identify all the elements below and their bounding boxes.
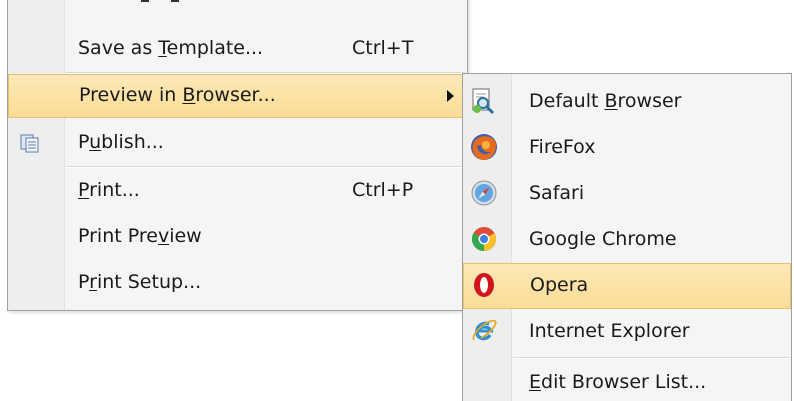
label-accelerator: r xyxy=(89,271,97,293)
label-part: iew xyxy=(169,225,202,247)
file-menu: … Save as Template... Ctrl+T Preview in … xyxy=(7,0,468,311)
label-accelerator: E xyxy=(529,371,542,393)
menu-item-label: Publish... xyxy=(78,131,164,153)
submenu-item-safari[interactable]: Safari xyxy=(463,171,791,217)
menu-item-label: Save as Template... xyxy=(78,37,263,59)
label-accelerator: B xyxy=(182,84,196,106)
submenu-item-google-chrome[interactable]: Google Chrome xyxy=(463,217,791,263)
menu-separator xyxy=(66,166,465,168)
menu-item-publish[interactable]: Publish... xyxy=(8,121,467,165)
submenu-item-edit-browser-list[interactable]: Edit Browser List... xyxy=(463,360,791,401)
label-part: Preview in xyxy=(79,84,183,106)
browser-submenu: Default Browser FireFox Safari Google Ch… xyxy=(462,73,792,401)
label-part: Default xyxy=(529,90,605,112)
menu-item-label: Print Setup... xyxy=(78,271,201,293)
submenu-item-label: Safari xyxy=(529,182,585,204)
glyph-fragment xyxy=(141,0,150,2)
label-part: dit Browser List... xyxy=(541,371,707,393)
firefox-icon xyxy=(469,132,499,162)
submenu-arrow-icon xyxy=(447,90,454,102)
menu-item-print-preview[interactable]: Print Preview xyxy=(8,215,467,259)
menu-item-print-setup[interactable]: Print Setup... xyxy=(8,261,467,305)
submenu-item-firefox[interactable]: FireFox xyxy=(463,125,791,171)
submenu-separator xyxy=(513,357,789,359)
submenu-item-label: Google Chrome xyxy=(529,228,677,250)
opera-icon xyxy=(469,270,499,300)
label-part: P xyxy=(78,131,90,153)
label-part: blish... xyxy=(101,131,164,153)
menu-item-label: Preview in Browser... xyxy=(79,84,276,106)
submenu-item-label: Edit Browser List... xyxy=(529,371,706,393)
submenu-item-label: Default Browser xyxy=(529,90,681,112)
submenu-item-label: FireFox xyxy=(529,136,596,158)
submenu-item-default-browser[interactable]: Default Browser xyxy=(463,79,791,125)
label-part: rowser xyxy=(617,90,682,112)
menu-item-label: Print... xyxy=(78,179,140,201)
label-accelerator: v xyxy=(157,225,170,247)
label-accelerator: u xyxy=(89,131,102,153)
safari-icon xyxy=(469,178,499,208)
publish-icon xyxy=(20,133,44,153)
label-accelerator: T xyxy=(158,37,167,59)
submenu-item-label: Opera xyxy=(530,274,589,296)
menu-item-label: Print Preview xyxy=(78,225,202,247)
label-accelerator: P xyxy=(78,179,90,201)
chrome-icon xyxy=(469,224,499,254)
default-browser-icon xyxy=(469,86,499,116)
submenu-item-opera[interactable]: Opera xyxy=(463,263,791,309)
partial-menu-item[interactable]: … xyxy=(134,0,201,2)
label-part: P xyxy=(78,271,90,293)
menu-item-preview-in-browser[interactable]: Preview in Browser... xyxy=(8,74,467,118)
internet-explorer-icon xyxy=(469,316,499,346)
shortcut-label: Ctrl+T xyxy=(352,37,414,59)
submenu-item-internet-explorer[interactable]: Internet Explorer xyxy=(463,309,791,355)
label-part: emplate... xyxy=(166,37,264,59)
label-part: rint... xyxy=(89,179,140,201)
screen: … Save as Template... Ctrl+T Preview in … xyxy=(0,0,794,401)
menu-item-print[interactable]: Print... Ctrl+P xyxy=(8,169,467,213)
label-part: rowser... xyxy=(195,84,276,106)
submenu-item-label: Internet Explorer xyxy=(529,320,690,342)
label-part: int Setup... xyxy=(96,271,202,293)
label-accelerator: B xyxy=(604,90,618,112)
shortcut-label: Ctrl+P xyxy=(352,179,414,201)
label-part: Print Pre xyxy=(78,225,158,247)
menu-item-save-as-template[interactable]: Save as Template... Ctrl+T xyxy=(8,27,467,71)
glyph-fragment xyxy=(171,0,180,2)
label-part: Save as xyxy=(78,37,159,59)
